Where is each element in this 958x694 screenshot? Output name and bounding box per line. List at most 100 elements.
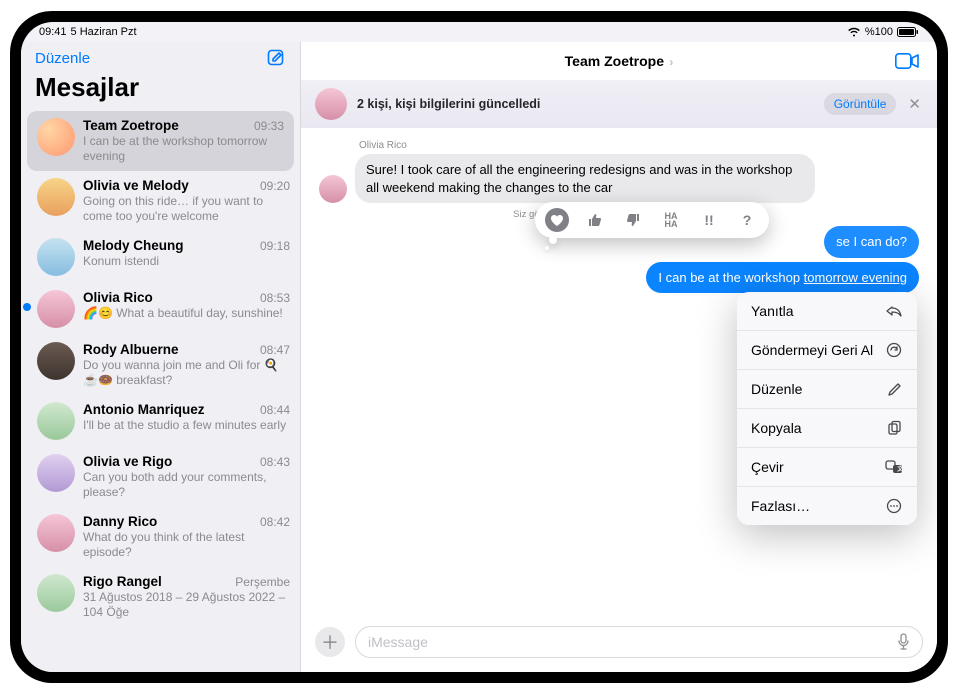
conversation-item[interactable]: Rody Albuerne 08:47Do you wanna join me a…: [21, 335, 300, 395]
conversation-name: Danny Rico: [83, 514, 157, 529]
ctx-reply[interactable]: Yanıtla: [737, 292, 917, 331]
pencil-icon: [885, 380, 903, 398]
message-input[interactable]: iMessage: [355, 626, 923, 658]
conversation-avatar: [37, 178, 75, 216]
conversation-name: Team Zoetrope: [83, 118, 179, 133]
tapback-thumbs-down[interactable]: [621, 208, 645, 232]
conversation-body: Olivia ve Melody 09:20Going on this ride……: [83, 178, 290, 224]
conversation-body: Antonio Manriquez 08:44I'll be at the stu…: [83, 402, 290, 433]
ipad-frame: 09:41 5 Haziran Pzt %100 Düzenle: [10, 11, 948, 683]
conversation-avatar: [37, 454, 75, 492]
dictate-icon[interactable]: [897, 633, 910, 651]
conversation-body: Olivia ve Rigo08:43Can you both add your…: [83, 454, 290, 500]
conversation-body: Rody Albuerne 08:47Do you wanna join me a…: [83, 342, 290, 388]
outgoing-bubble-2[interactable]: I can be at the workshop tomorrow evenin…: [646, 262, 919, 294]
conversation-name: Antonio Manriquez: [83, 402, 205, 417]
conversation-item[interactable]: Team Zoetrope 09:33I can be at the worksh…: [27, 111, 294, 171]
incoming-bubble[interactable]: Sure! I took care of all the engineering…: [355, 154, 815, 203]
message-sender-label: Olivia Rico: [359, 140, 919, 151]
banner-text: 2 kişi, kişi bilgilerini güncelledi: [357, 97, 814, 111]
chat-title[interactable]: Team Zoetrope ›: [565, 53, 674, 69]
video-call-button[interactable]: [895, 53, 919, 69]
conversation-sidebar: Düzenle Mesajlar Team Zoetrope 09:33I can…: [21, 42, 301, 672]
svg-text:文: 文: [896, 465, 903, 473]
ctx-undo-send[interactable]: Göndermeyi Geri Al: [737, 331, 917, 370]
tapback-exclaim[interactable]: !!: [697, 208, 721, 232]
conversation-time: 09:18: [260, 239, 290, 253]
translate-icon: 文: [885, 458, 903, 476]
conversation-avatar: [37, 402, 75, 440]
conversation-avatar: [37, 514, 75, 552]
wifi-icon: [847, 27, 861, 37]
compose-button[interactable]: [266, 48, 286, 68]
conversation-list[interactable]: Team Zoetrope 09:33I can be at the worksh…: [21, 111, 300, 672]
banner-avatar: [315, 88, 347, 120]
conversation-item[interactable]: Melody Cheung 09:18Konum istendi: [21, 231, 300, 283]
conversation-name: Melody Cheung: [83, 238, 184, 253]
conversation-time: 08:43: [260, 455, 290, 469]
banner-close-button[interactable]: ✕: [906, 95, 923, 113]
conversation-time: 08:44: [260, 403, 290, 417]
tapback-haha[interactable]: HAHA: [659, 208, 683, 232]
conversation-body: Melody Cheung 09:18Konum istendi: [83, 238, 290, 269]
conversation-preview: Going on this ride… if you want to come …: [83, 194, 290, 224]
conversation-time: 08:42: [260, 515, 290, 529]
battery-label: %100: [865, 26, 893, 38]
ctx-more[interactable]: Fazlası…: [737, 487, 917, 525]
sidebar-title: Mesajlar: [21, 68, 300, 111]
unread-dot-icon: [23, 303, 31, 311]
conversation-name: Rigo Rangel: [83, 574, 162, 589]
ctx-copy[interactable]: Kopyala: [737, 409, 917, 448]
tapback-thumbs-up[interactable]: [583, 208, 607, 232]
conversation-time: 08:47: [260, 343, 290, 357]
sender-avatar[interactable]: [319, 175, 347, 203]
ctx-translate[interactable]: Çevir 文: [737, 448, 917, 487]
conversation-body: Rigo Rangel Perşembe31 Ağustos 2018 – 29 …: [83, 574, 290, 620]
tapback-question[interactable]: ?: [735, 208, 759, 232]
conversation-time: 09:20: [260, 179, 290, 193]
conversation-preview: I can be at the workshop tomorrow evenin…: [83, 134, 284, 164]
edit-button[interactable]: Düzenle: [35, 50, 90, 67]
conversation-item[interactable]: Danny Rico08:42What do you think of the …: [21, 507, 300, 567]
apps-button[interactable]: ＋: [315, 627, 345, 657]
tapback-heart[interactable]: [545, 208, 569, 232]
conversation-time: 08:53: [260, 291, 290, 305]
outgoing-bubble-1[interactable]: se I can do?: [824, 226, 919, 258]
conversation-body: Team Zoetrope 09:33I can be at the worksh…: [83, 118, 284, 164]
conversation-item[interactable]: Olivia ve Rigo08:43Can you both add your…: [21, 447, 300, 507]
conversation-item[interactable]: Olivia Rico08:53🌈😊 What a beautiful day,…: [21, 283, 300, 335]
reply-icon: [885, 302, 903, 320]
conversation-avatar: [37, 290, 75, 328]
chevron-right-icon: ›: [666, 55, 673, 69]
conversation-avatar: [37, 342, 75, 380]
conversation-item[interactable]: Antonio Manriquez 08:44I'll be at the stu…: [21, 395, 300, 447]
undo-send-icon: [885, 341, 903, 359]
screen: 09:41 5 Haziran Pzt %100 Düzenle: [21, 22, 937, 672]
battery-icon: [897, 27, 919, 37]
conversation-item[interactable]: Rigo Rangel Perşembe31 Ağustos 2018 – 29 …: [21, 567, 300, 627]
chat-main: Team Zoetrope › 2 kişi, kişi bilgilerini…: [301, 42, 937, 672]
conversation-avatar: [37, 118, 75, 156]
conversation-time: 09:33: [254, 119, 284, 133]
conversation-name: Rody Albuerne: [83, 342, 179, 357]
outgoing-group: HAHA !! ? se I can do? I can be at the w…: [319, 226, 919, 297]
conversation-preview: 31 Ağustos 2018 – 29 Ağustos 2022 – 104 …: [83, 590, 290, 620]
conversation-preview: Konum istendi: [83, 254, 290, 269]
ctx-edit[interactable]: Düzenle: [737, 370, 917, 409]
conversation-preview: Do you wanna join me and Oli for 🍳☕🍩 bre…: [83, 358, 290, 388]
conversation-item[interactable]: Olivia ve Melody 09:20Going on this ride……: [21, 171, 300, 231]
conversation-name: Olivia ve Melody: [83, 178, 189, 193]
conversation-time: Perşembe: [235, 575, 290, 589]
status-bar: 09:41 5 Haziran Pzt %100: [21, 22, 937, 42]
update-banner: 2 kişi, kişi bilgilerini güncelledi Görü…: [301, 80, 937, 128]
conversation-preview: I'll be at the studio a few minutes earl…: [83, 418, 290, 433]
conversation-avatar: [37, 574, 75, 612]
conversation-body: Danny Rico08:42What do you think of the …: [83, 514, 290, 560]
copy-icon: [885, 419, 903, 437]
conversation-name: Olivia Rico: [83, 290, 153, 305]
status-time: 09:41: [39, 26, 67, 38]
banner-view-button[interactable]: Görüntüle: [824, 93, 897, 115]
chat-header: Team Zoetrope ›: [301, 42, 937, 80]
more-icon: [885, 497, 903, 515]
input-placeholder: iMessage: [368, 634, 428, 650]
